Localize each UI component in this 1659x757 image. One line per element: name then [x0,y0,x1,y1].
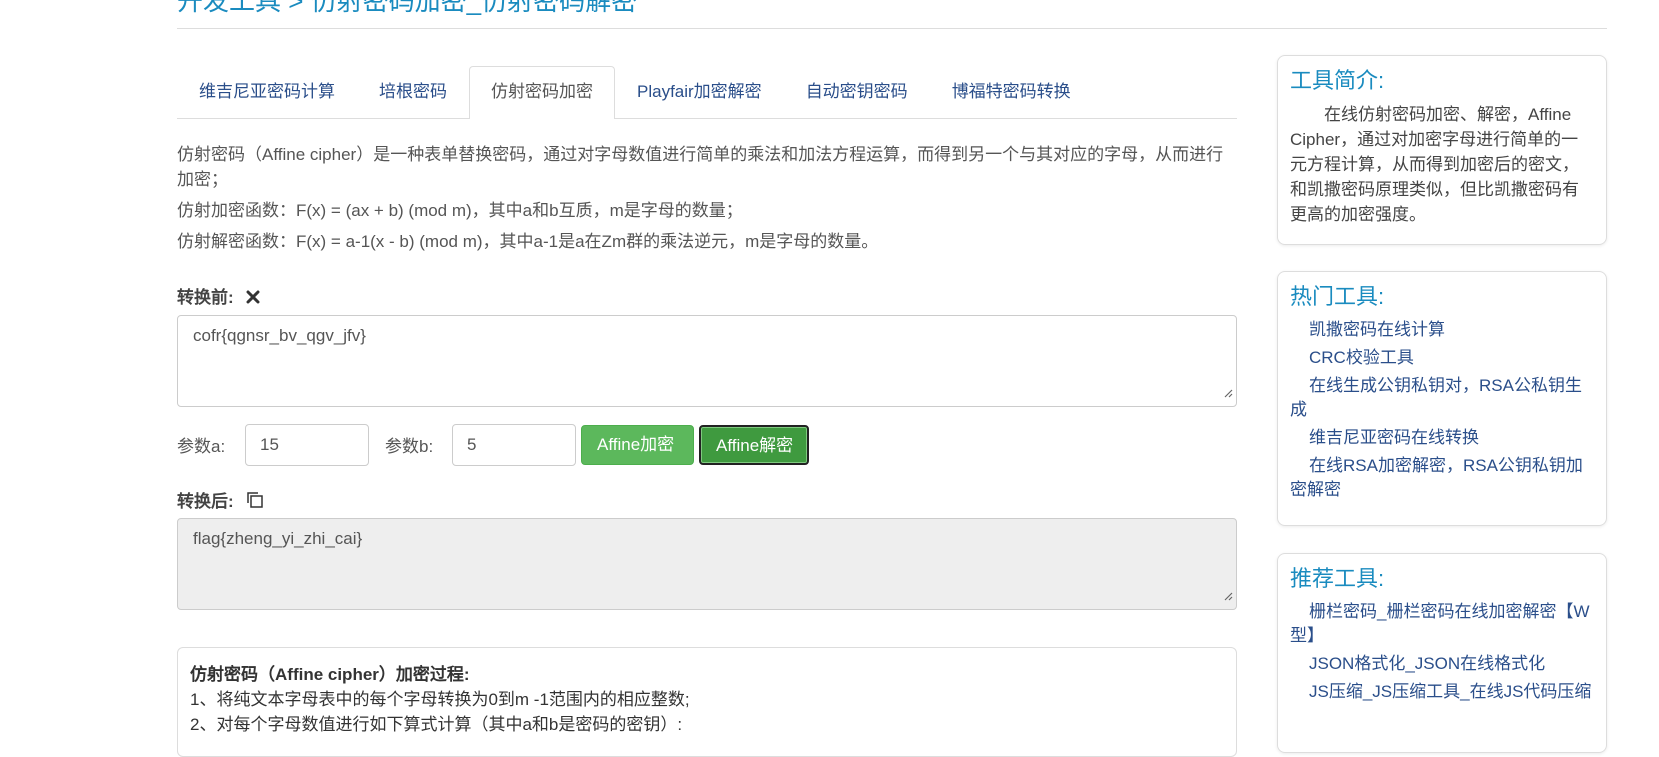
hot-tool-link[interactable]: 维吉尼亚密码在线转换 [1290,426,1594,450]
intro-title: 工具简介: [1290,68,1385,93]
description-line: 仿射加密函数：F(x) = (ax + b) (mod m)，其中a和b互质，m… [177,201,743,220]
affine-decrypt-button[interactable]: Affine解密 [699,425,809,465]
output-label-text: 转换后: [177,492,234,511]
hot-tool-link[interactable]: 凯撒密码在线计算 [1290,318,1594,342]
hot-tool-link[interactable]: CRC校验工具 [1290,346,1594,370]
tab-bacon[interactable]: 培根密码 [357,66,469,118]
hot-tool-link[interactable]: 在线RSA加密解密，RSA公钥私钥加密解密 [1290,454,1594,502]
param-b-input[interactable]: 5 [452,424,576,466]
tab-playfair[interactable]: Playfair加密解密 [615,66,784,118]
input-value: cofr{qgnsr_bv_qgv_jfv} [193,326,366,345]
tab-affine[interactable]: 仿射密码加密 [469,66,615,119]
tool-description: 仿射密码（Affine cipher）是一种表单替换密码，通过对字母数值进行简单… [177,142,1237,260]
affine-encrypt-button[interactable]: Affine加密 [581,425,694,465]
output-label: 转换后: [177,487,264,514]
resize-grip-icon[interactable] [1223,383,1233,403]
input-textarea[interactable]: cofr{qgnsr_bv_qgv_jfv} [177,315,1237,407]
hot-tools-title: 热门工具: [1290,284,1385,309]
tab-vigenere[interactable]: 维吉尼亚密码计算 [177,66,357,118]
tool-intro-panel: 工具简介: 在线仿射密码加密、解密，Affine Cipher，通过对加密字母进… [1277,55,1607,245]
recommended-tools-list: 栅栏密码_栅栏密码在线加密解密【W型】 JSON格式化_JSON在线格式化 JS… [1290,600,1594,704]
hot-tool-link[interactable]: 在线生成公钥私钥对，RSA公私钥生成 [1290,374,1594,422]
param-b-label: 参数b: [385,437,434,456]
hot-tools-panel: 热门工具: 凯撒密码在线计算 CRC校验工具 在线生成公钥私钥对，RSA公私钥生… [1277,271,1607,526]
output-value: flag{zheng_yi_zhi_cai} [193,529,363,548]
recommended-tool-link[interactable]: JS压缩_JS压缩工具_在线JS代码压缩 [1290,680,1594,704]
page-title: 开发工具 > 仿射密码加密_仿射密码解密 [177,0,638,16]
resize-grip-icon[interactable] [1223,586,1233,606]
title-divider [177,28,1607,29]
process-step: 2、对每个字母数值进行如下算式计算（其中a和b是密码的密钥）: [190,715,683,734]
tool-tabs: 维吉尼亚密码计算 培根密码 仿射密码加密 Playfair加密解密 自动密钥密码… [177,66,1237,119]
recommended-tools-title: 推荐工具: [1290,566,1385,591]
param-a-input[interactable]: 15 [245,424,369,466]
tab-beaufort[interactable]: 博福特密码转换 [930,66,1093,118]
encryption-process-panel: 仿射密码（Affine cipher）加密过程: 1、将纯文本字母表中的每个字母… [177,647,1237,757]
description-line: 仿射解密函数：F(x) = a-1(x - b) (mod m)，其中a-1是a… [177,232,879,251]
input-label-text: 转换前: [177,288,234,307]
recommended-tool-link[interactable]: 栅栏密码_栅栏密码在线加密解密【W型】 [1290,600,1594,648]
output-textarea[interactable]: flag{zheng_yi_zhi_cai} [177,518,1237,610]
process-step: 1、将纯文本字母表中的每个字母转换为0到m -1范围内的相应整数; [190,690,690,709]
tab-autokey[interactable]: 自动密钥密码 [784,66,930,118]
input-label: 转换前: [177,283,260,309]
intro-text: 在线仿射密码加密、解密，Affine Cipher，通过对加密字母进行简单的一元… [1290,105,1579,224]
copy-icon[interactable] [246,491,264,514]
process-title: 仿射密码（Affine cipher）加密过程: [190,665,470,684]
clear-icon[interactable] [246,289,260,309]
recommended-tools-panel: 推荐工具: 栅栏密码_栅栏密码在线加密解密【W型】 JSON格式化_JSON在线… [1277,553,1607,753]
description-line: 仿射密码（Affine cipher）是一种表单替换密码，通过对字母数值进行简单… [177,145,1224,189]
hot-tools-list: 凯撒密码在线计算 CRC校验工具 在线生成公钥私钥对，RSA公私钥生成 维吉尼亚… [1290,318,1594,502]
recommended-tool-link[interactable]: JSON格式化_JSON在线格式化 [1290,652,1594,676]
param-a-label: 参数a: [177,437,226,456]
